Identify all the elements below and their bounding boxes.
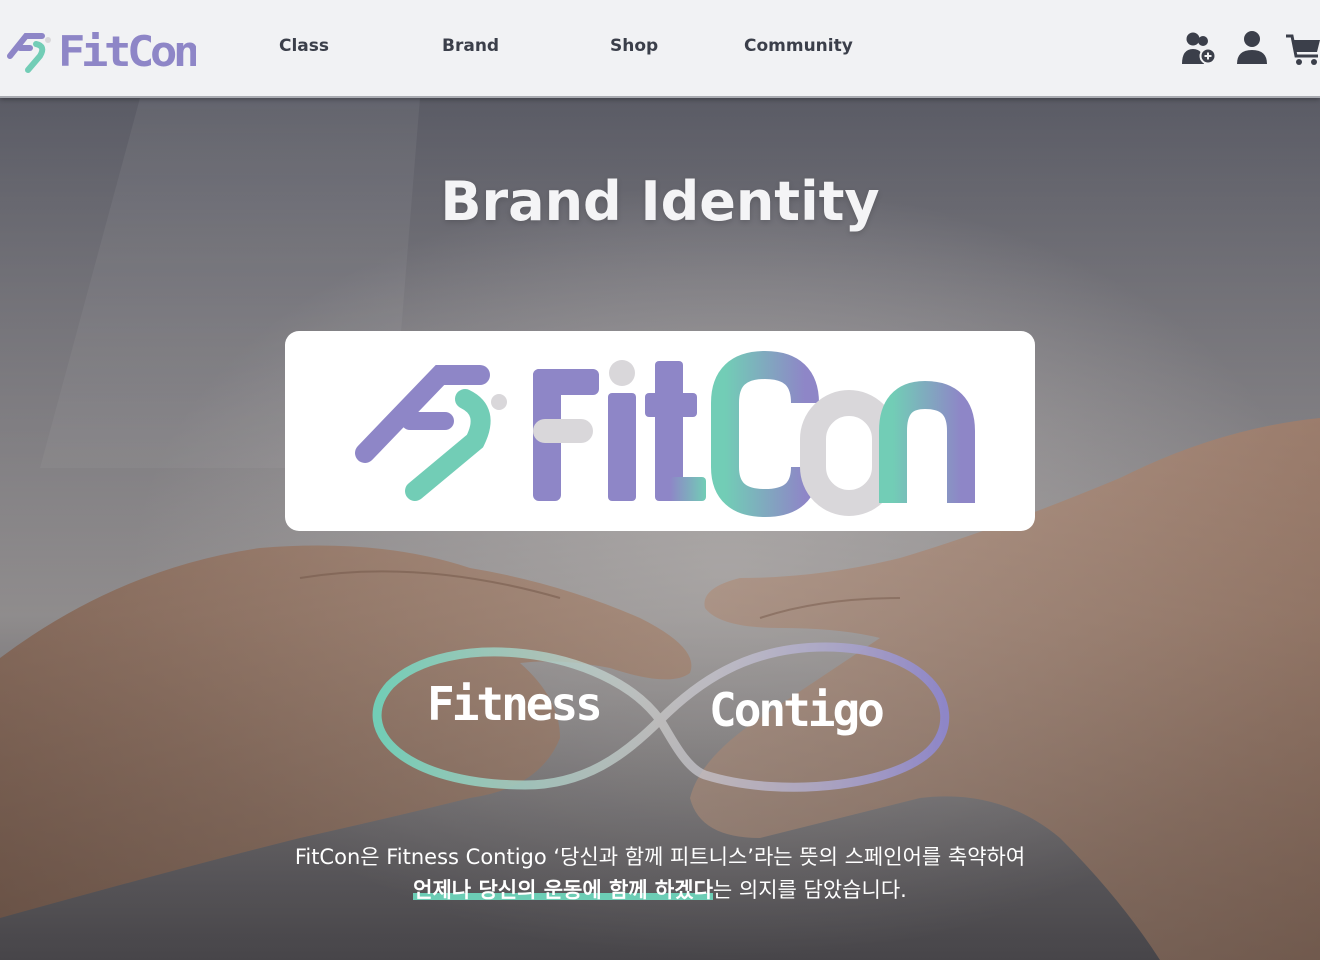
add-user-icon[interactable] bbox=[1180, 28, 1220, 68]
cart-icon[interactable] bbox=[1284, 28, 1320, 68]
description-line-2-rest: 는 의지를 담았습니다. bbox=[712, 878, 907, 902]
svg-text:FitCon: FitCon bbox=[58, 27, 196, 76]
tagline-contigo: Contigo bbox=[709, 683, 885, 737]
nav-class[interactable]: Class bbox=[279, 36, 329, 56]
fitness-contigo-infinity-logo: Fitness Contigo bbox=[365, 635, 955, 805]
brand-description-line-2: 언제나 당신의 운동에 함께 하겠다는 의지를 담았습니다. bbox=[0, 874, 1320, 904]
highlighted-phrase: 언제나 당신의 운동에 함께 하겠다 bbox=[413, 878, 713, 902]
brand-description-line-1: FitCon은 Fitness Contigo ‘당신과 함께 피트니스’라는 … bbox=[294, 845, 1026, 869]
top-navigation-bar: FitCon Class Brand Shop Community bbox=[0, 0, 1320, 98]
user-icon[interactable] bbox=[1232, 28, 1272, 68]
nav-community[interactable]: Community bbox=[744, 36, 853, 56]
fitcon-brand-logo bbox=[355, 350, 975, 518]
brand-identity-hero: Brand Identity Fitness Contigo FitCon은 F… bbox=[0, 98, 1320, 960]
fitcon-brand-logo-card bbox=[285, 331, 1035, 531]
tagline-fitness: Fitness bbox=[427, 677, 603, 731]
nav-shop[interactable]: Shop bbox=[610, 36, 658, 56]
fitcon-logo[interactable]: FitCon bbox=[6, 22, 201, 76]
nav-brand[interactable]: Brand bbox=[442, 36, 499, 56]
page-title: Brand Identity bbox=[440, 170, 880, 233]
fitcon-logo-graphic: FitCon bbox=[7, 27, 201, 76]
